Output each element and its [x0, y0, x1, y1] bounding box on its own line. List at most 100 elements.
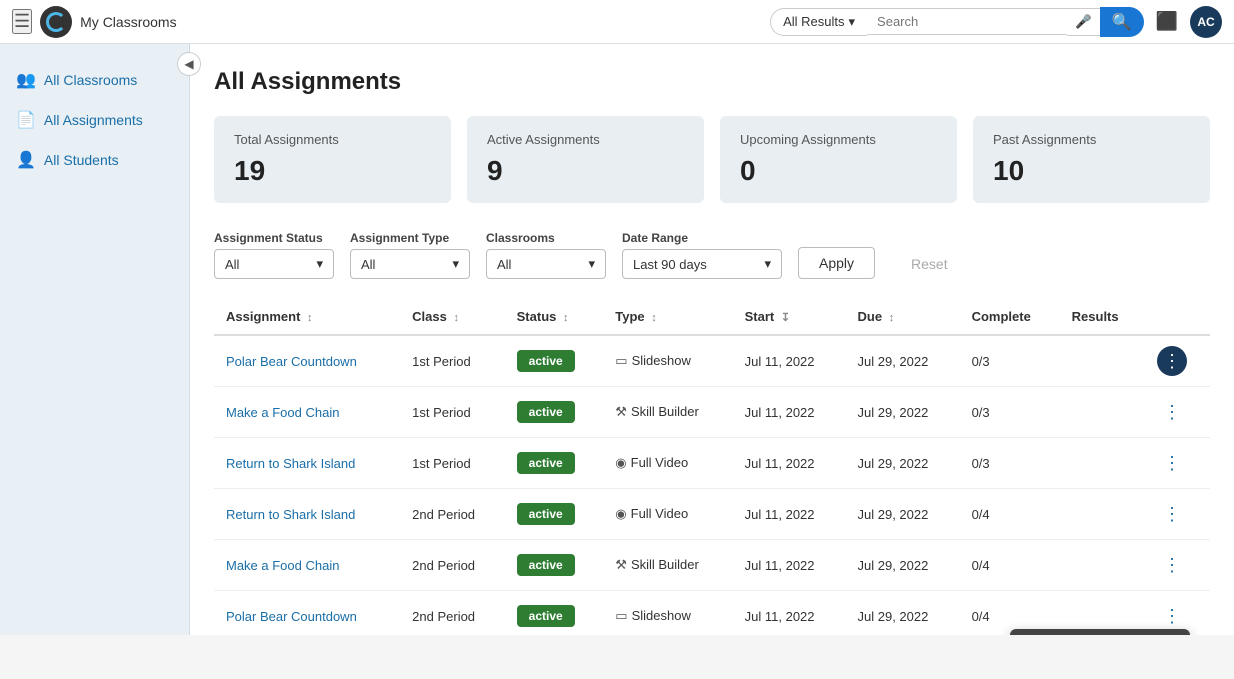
- cell-results-2: [1060, 438, 1145, 489]
- cell-start-0: Jul 11, 2022: [733, 335, 846, 387]
- cell-assignment-2: Return to Shark Island: [214, 438, 400, 489]
- cell-results-3: [1060, 489, 1145, 540]
- cell-due-4: Jul 29, 2022: [846, 540, 960, 591]
- assignment-link-5[interactable]: Polar Bear Countdown: [226, 609, 357, 624]
- cell-assignment-3: Return to Shark Island: [214, 489, 400, 540]
- col-class[interactable]: Class ↕: [400, 299, 504, 335]
- sidebar-label-all-classrooms: All Classrooms: [44, 72, 137, 88]
- cell-due-1: Jul 29, 2022: [846, 387, 960, 438]
- cell-assignment-1: Make a Food Chain: [214, 387, 400, 438]
- assignment-link-0[interactable]: Polar Bear Countdown: [226, 354, 357, 369]
- cell-type-2: ◉Full Video: [603, 438, 732, 489]
- top-nav: ☰ My Classrooms All Results ▾ 🎤 🔍 ⬛ AC: [0, 0, 1234, 44]
- cell-due-0: Jul 29, 2022: [846, 335, 960, 387]
- type-icon-5: ▭: [615, 608, 627, 623]
- col-start[interactable]: Start ↧: [733, 299, 846, 335]
- filter-status-group: Assignment Status All ▾: [214, 231, 334, 279]
- context-menu: ↗ Open Assignment 📅 Edit Date ✏ Edit Ins…: [1010, 629, 1190, 635]
- status-badge-5: active: [517, 605, 575, 627]
- cell-action-0: ⋮: [1145, 335, 1210, 387]
- cell-status-1: active: [505, 387, 604, 438]
- action-menu-button-5[interactable]: ⋮: [1157, 601, 1187, 631]
- type-icon-0: ▭: [615, 353, 627, 368]
- nav-right: ⬛ AC: [1156, 6, 1222, 38]
- stat-upcoming: Upcoming Assignments 0: [720, 116, 957, 203]
- col-type[interactable]: Type ↕: [603, 299, 732, 335]
- status-badge-4: active: [517, 554, 575, 576]
- status-badge-3: active: [517, 503, 575, 525]
- search-button[interactable]: 🔍: [1100, 7, 1144, 37]
- stat-active: Active Assignments 9: [467, 116, 704, 203]
- sidebar-collapse-button[interactable]: ◀: [177, 52, 201, 76]
- cell-due-2: Jul 29, 2022: [846, 438, 960, 489]
- table-body: Polar Bear Countdown 1st Period active ▭…: [214, 335, 1210, 635]
- search-input[interactable]: [867, 8, 1067, 35]
- students-icon: 👤: [16, 150, 36, 170]
- assignment-link-1[interactable]: Make a Food Chain: [226, 405, 339, 420]
- action-menu-button-0[interactable]: ⋮: [1157, 346, 1187, 376]
- sort-class-icon: ↕: [453, 312, 459, 324]
- stat-upcoming-label: Upcoming Assignments: [740, 132, 937, 147]
- filter-daterange-select[interactable]: Last 90 days ▾: [622, 249, 782, 279]
- filter-type-value: All: [361, 257, 375, 272]
- assignment-link-3[interactable]: Return to Shark Island: [226, 507, 355, 522]
- chevron-down-icon: ▾: [849, 14, 856, 30]
- avatar[interactable]: AC: [1190, 6, 1222, 38]
- table-row: Polar Bear Countdown 1st Period active ▭…: [214, 335, 1210, 387]
- sidebar-item-all-classrooms[interactable]: 👥 All Classrooms: [0, 60, 189, 100]
- action-menu-button-1[interactable]: ⋮: [1157, 397, 1187, 427]
- search-type-label: All Results: [783, 14, 844, 29]
- assignment-link-2[interactable]: Return to Shark Island: [226, 456, 355, 471]
- assignment-link-4[interactable]: Make a Food Chain: [226, 558, 339, 573]
- search-area: All Results ▾ 🎤 🔍: [770, 7, 1143, 37]
- type-icon-3: ◉: [615, 506, 626, 521]
- cell-action-3: ⋮: [1145, 489, 1210, 540]
- filter-status-label: Assignment Status: [214, 231, 334, 245]
- app-logo: [40, 6, 72, 38]
- page-title: All Assignments: [214, 68, 1210, 96]
- cell-results-4: [1060, 540, 1145, 591]
- col-complete: Complete: [960, 299, 1060, 335]
- action-menu-button-3[interactable]: ⋮: [1157, 499, 1187, 529]
- sidebar-label-all-students: All Students: [44, 152, 119, 168]
- sort-status-icon: ↕: [563, 312, 569, 324]
- nav-share-button[interactable]: ⬛: [1156, 11, 1178, 32]
- col-assignment[interactable]: Assignment ↕: [214, 299, 400, 335]
- hamburger-menu[interactable]: ☰: [12, 9, 32, 34]
- cell-type-0: ▭Slideshow: [603, 335, 732, 387]
- chevron-down-icon: ▾: [316, 256, 323, 272]
- action-menu-button-2[interactable]: ⋮: [1157, 448, 1187, 478]
- status-badge-1: active: [517, 401, 575, 423]
- cell-class-2: 1st Period: [400, 438, 504, 489]
- layout: ◀ 👥 All Classrooms 📄 All Assignments 👤 A…: [0, 44, 1234, 635]
- cell-type-1: ⚒Skill Builder: [603, 387, 732, 438]
- assignments-table-wrapper: Assignment ↕ Class ↕ Status ↕ Type: [214, 299, 1210, 635]
- filter-classroom-select[interactable]: All ▾: [486, 249, 606, 279]
- table-row: Make a Food Chain 1st Period active ⚒Ski…: [214, 387, 1210, 438]
- cell-type-3: ◉Full Video: [603, 489, 732, 540]
- filter-type-select[interactable]: All ▾: [350, 249, 470, 279]
- mic-button[interactable]: 🎤: [1067, 8, 1100, 36]
- table-header: Assignment ↕ Class ↕ Status ↕ Type: [214, 299, 1210, 335]
- cell-complete-0: 0/3: [960, 335, 1060, 387]
- stat-active-label: Active Assignments: [487, 132, 684, 147]
- sort-start-icon: ↧: [781, 312, 790, 324]
- filter-status-select[interactable]: All ▾: [214, 249, 334, 279]
- col-status[interactable]: Status ↕: [505, 299, 604, 335]
- sidebar-item-all-students[interactable]: 👤 All Students: [0, 140, 189, 180]
- col-due[interactable]: Due ↕: [846, 299, 960, 335]
- nav-title: My Classrooms: [80, 14, 176, 30]
- filter-classroom-value: All: [497, 257, 511, 272]
- apply-button[interactable]: Apply: [798, 247, 875, 279]
- chevron-down-icon: ▾: [588, 256, 595, 272]
- action-menu-button-4[interactable]: ⋮: [1157, 550, 1187, 580]
- filter-daterange-label: Date Range: [622, 231, 782, 245]
- search-type-dropdown[interactable]: All Results ▾: [770, 8, 867, 36]
- reset-button[interactable]: Reset: [891, 249, 968, 279]
- cell-complete-1: 0/3: [960, 387, 1060, 438]
- filter-classroom-label: Classrooms: [486, 231, 606, 245]
- cell-due-5: Jul 29, 2022: [846, 591, 960, 636]
- classrooms-icon: 👥: [16, 70, 36, 90]
- cell-start-5: Jul 11, 2022: [733, 591, 846, 636]
- sidebar-item-all-assignments[interactable]: 📄 All Assignments: [0, 100, 189, 140]
